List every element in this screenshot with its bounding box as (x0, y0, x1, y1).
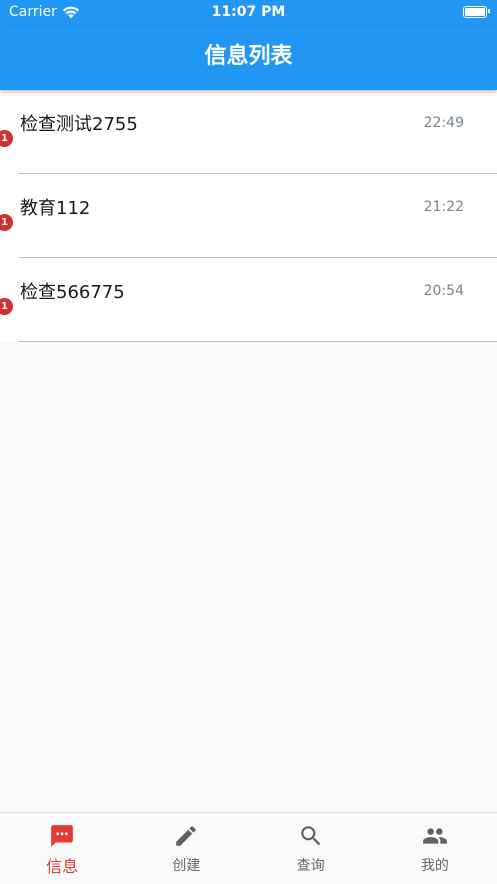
chat-icon (51, 825, 73, 847)
unread-badge: 1 (0, 130, 13, 147)
nav-tab-profile[interactable]: 我的 (373, 813, 497, 884)
nav-tab-messages[interactable]: 信息 (0, 813, 124, 884)
message-time: 21:22 (423, 199, 464, 215)
nav-tab-create[interactable]: 创建 (124, 813, 248, 884)
nav-tab-search[interactable]: 查询 (249, 813, 373, 884)
message-title: 检查566775 (20, 282, 125, 303)
nav-label: 创建 (172, 858, 201, 874)
nav-label: 信息 (46, 857, 79, 876)
message-item[interactable]: 1 教育112 21:22 (0, 174, 497, 258)
message-title: 检查测试2755 (20, 114, 138, 135)
message-time: 22:49 (423, 115, 464, 131)
bottom-navigation: 信息 创建 查询 我的 (0, 812, 497, 884)
message-list: 1 检查测试2755 22:49 1 教育112 21:22 1 检查56677… (0, 90, 497, 342)
status-bar: Carrier 11:07 PM (0, 0, 497, 26)
people-icon (422, 828, 447, 844)
page-title: 信息列表 (204, 44, 293, 69)
app-bar: 信息列表 (0, 26, 497, 90)
nav-label: 我的 (420, 858, 449, 874)
divider (19, 341, 497, 342)
message-title: 教育112 (20, 198, 91, 219)
search-icon (300, 826, 320, 846)
message-item[interactable]: 1 检查566775 20:54 (0, 258, 497, 342)
message-time: 20:54 (423, 283, 464, 299)
pencil-icon (176, 826, 197, 846)
battery-icon (463, 6, 490, 18)
message-item[interactable]: 1 检查测试2755 22:49 (0, 90, 497, 174)
status-time: 11:07 PM (211, 4, 286, 20)
nav-label: 查询 (296, 858, 325, 874)
unread-badge: 1 (0, 298, 13, 315)
unread-badge: 1 (0, 214, 13, 231)
